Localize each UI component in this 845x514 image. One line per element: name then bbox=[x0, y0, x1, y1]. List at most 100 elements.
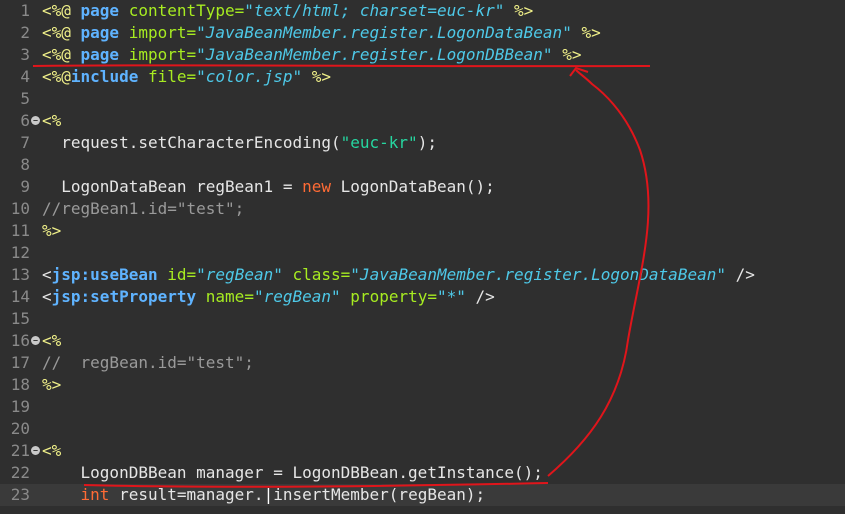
code-text[interactable]: <%@ page import="JavaBeanMember.register… bbox=[42, 44, 581, 66]
code-line[interactable]: 23 int result=manager.|insertMember(regB… bbox=[0, 484, 845, 506]
line-number: 21 bbox=[10, 441, 30, 460]
line-number: 12 bbox=[10, 243, 30, 262]
line-number: 14 bbox=[10, 287, 30, 306]
code-token: < bbox=[42, 265, 52, 284]
code-text[interactable]: LogonDataBean regBean1 = new LogonDataBe… bbox=[42, 176, 495, 198]
code-token: < bbox=[42, 287, 52, 306]
line-number: 20 bbox=[10, 419, 30, 438]
code-text[interactable]: request.setCharacterEncoding("euc-kr"); bbox=[42, 132, 437, 154]
code-token: %> bbox=[42, 221, 62, 240]
code-text[interactable]: <%@include file="color.jsp" %> bbox=[42, 66, 331, 88]
code-line[interactable]: 6− <% bbox=[0, 110, 845, 132]
code-line[interactable]: 22 LogonDBBean manager = LogonDBBean.get… bbox=[0, 462, 845, 484]
code-line[interactable]: 5 bbox=[0, 88, 845, 110]
code-line[interactable]: 15 bbox=[0, 308, 845, 330]
code-token: request.setCharacterEncoding( bbox=[42, 133, 341, 152]
fold-collapse-icon[interactable]: − bbox=[31, 116, 40, 125]
line-number: 3 bbox=[20, 45, 30, 64]
line-number: 13 bbox=[10, 265, 30, 284]
code-line[interactable]: 3 <%@ page import="JavaBeanMember.registe… bbox=[0, 44, 845, 66]
line-number: 8 bbox=[20, 155, 30, 174]
code-token: class= bbox=[292, 265, 351, 284]
code-token: "JavaBeanMember.register.LogonDBBean" bbox=[196, 45, 553, 64]
code-text[interactable]: <%@ page import="JavaBeanMember.register… bbox=[42, 22, 601, 44]
code-text[interactable]: <%@ page contentType="text/html; charset… bbox=[42, 0, 533, 22]
line-number: 11 bbox=[10, 221, 30, 240]
code-token: %> bbox=[42, 375, 62, 394]
code-text[interactable]: <% bbox=[42, 110, 61, 132]
code-line[interactable]: 8 bbox=[0, 154, 845, 176]
code-line[interactable]: 7 request.setCharacterEncoding("euc-kr")… bbox=[0, 132, 845, 154]
code-line[interactable]: 1 <%@ page contentType="text/html; charse… bbox=[0, 0, 845, 22]
code-line[interactable]: 2 <%@ page import="JavaBeanMember.registe… bbox=[0, 22, 845, 44]
code-token: contentType= bbox=[128, 1, 245, 20]
code-token: name= bbox=[205, 287, 254, 306]
code-text[interactable]: <% bbox=[42, 330, 61, 352]
fold-collapse-icon[interactable]: − bbox=[31, 336, 40, 345]
code-text[interactable]: //regBean1.id="test"; bbox=[42, 198, 244, 220]
code-text[interactable]: <jsp:useBean id="regBean" class="JavaBea… bbox=[42, 264, 755, 286]
code-line[interactable]: 14 <jsp:setProperty name="regBean" proper… bbox=[0, 286, 845, 308]
fold-collapse-icon[interactable]: − bbox=[31, 446, 40, 455]
code-line[interactable]: 18 %> bbox=[0, 374, 845, 396]
code-token: <% bbox=[42, 331, 62, 350]
code-token: LogonDBBean manager = LogonDBBean.getIns… bbox=[42, 463, 543, 482]
code-text[interactable]: <jsp:setProperty name="regBean" property… bbox=[42, 286, 495, 308]
line-number: 23 bbox=[10, 485, 30, 504]
line-number: 5 bbox=[20, 89, 30, 108]
code-token: %> bbox=[504, 1, 534, 20]
code-token: "JavaBeanMember.register.LogonDataBean" bbox=[350, 265, 726, 284]
code-line[interactable]: 10 //regBean1.id="test"; bbox=[0, 198, 845, 220]
line-number: 22 bbox=[10, 463, 30, 482]
line-number: 1 bbox=[20, 1, 30, 20]
line-number: 10 bbox=[10, 199, 30, 218]
code-line[interactable]: 16− <% bbox=[0, 330, 845, 352]
code-text[interactable]: <% bbox=[42, 440, 61, 462]
code-token: "regBean" bbox=[196, 265, 283, 284]
code-token: %> bbox=[571, 23, 601, 42]
code-line[interactable]: 4 <%@include file="color.jsp" %> bbox=[0, 66, 845, 88]
code-token: page bbox=[80, 1, 120, 20]
code-token: <%@ bbox=[42, 1, 81, 20]
code-line[interactable]: 9 LogonDataBean regBean1 = new LogonData… bbox=[0, 176, 845, 198]
code-token: id= bbox=[167, 265, 197, 284]
code-line[interactable]: 11 %> bbox=[0, 220, 845, 242]
code-area[interactable]: 1 <%@ page contentType="text/html; charse… bbox=[0, 0, 845, 514]
line-number: 16 bbox=[10, 331, 30, 350]
line-number: 2 bbox=[20, 23, 30, 42]
code-token: "regBean" bbox=[253, 287, 341, 306]
line-number: 6 bbox=[20, 111, 30, 130]
line-number: 17 bbox=[10, 353, 30, 372]
code-token: jsp:setProperty bbox=[51, 287, 197, 306]
line-number: 18 bbox=[10, 375, 30, 394]
line-number: 15 bbox=[10, 309, 30, 328]
code-token: <% bbox=[42, 111, 62, 130]
code-line[interactable]: 19 bbox=[0, 396, 845, 418]
code-token: %> bbox=[552, 45, 582, 64]
code-text[interactable]: %> bbox=[42, 220, 61, 242]
code-token: page bbox=[80, 45, 120, 64]
code-line[interactable]: 20 bbox=[0, 418, 845, 440]
code-line[interactable]: 12 bbox=[0, 242, 845, 264]
code-text[interactable]: int result=manager.|insertMember(regBean… bbox=[42, 484, 486, 506]
code-token: include bbox=[70, 67, 139, 86]
code-text[interactable]: // regBean.id="test"; bbox=[42, 352, 254, 374]
code-line[interactable]: 13 <jsp:useBean id="regBean" class="JavaB… bbox=[0, 264, 845, 286]
code-token: insertMember(regBean); bbox=[273, 485, 486, 504]
code-line[interactable]: 21− <% bbox=[0, 440, 845, 462]
code-line[interactable]: 17 // regBean.id="test"; bbox=[0, 352, 845, 374]
code-text[interactable]: %> bbox=[42, 374, 61, 396]
code-token: "euc-kr" bbox=[340, 133, 418, 152]
code-text[interactable]: LogonDBBean manager = LogonDBBean.getIns… bbox=[42, 462, 543, 484]
code-editor[interactable]: 1 <%@ page contentType="text/html; charse… bbox=[0, 0, 845, 514]
code-token: // regBean.id="test"; bbox=[42, 353, 254, 372]
line-number: 9 bbox=[20, 177, 30, 196]
